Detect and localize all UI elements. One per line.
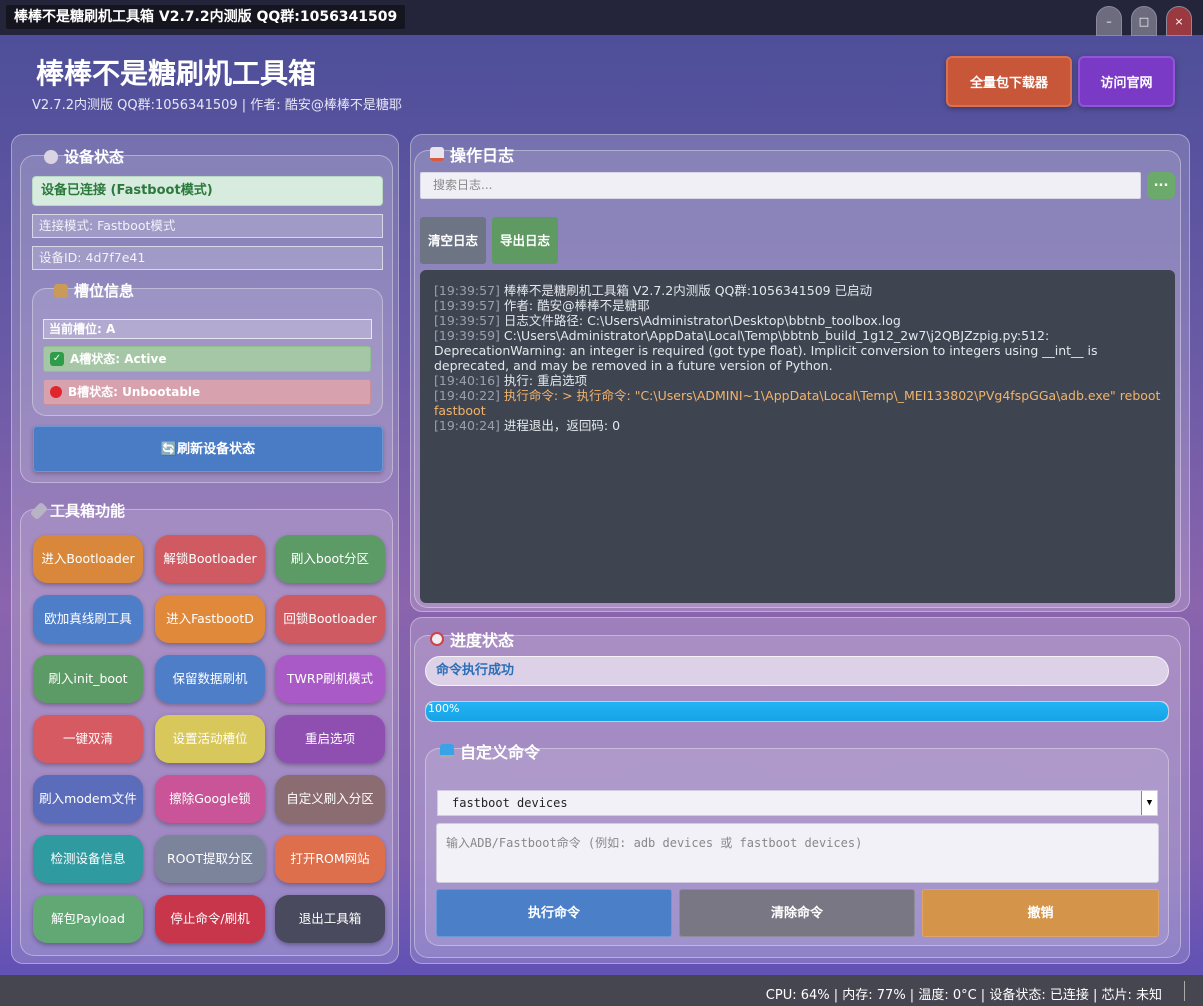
device-status-title: 设备状态	[40, 146, 130, 167]
device-status-label: 设备状态	[64, 148, 125, 166]
clear-command-button[interactable]: 清除命令	[679, 889, 915, 937]
tool-button[interactable]: 停止命令/刷机	[155, 895, 265, 943]
log-line: [19:39:59] C:\Users\Administrator\AppDat…	[434, 328, 1161, 373]
memo-icon	[430, 147, 444, 161]
custom-command-label: 自定义命令	[460, 743, 541, 762]
progress-fill	[426, 702, 1168, 721]
log-timestamp: [19:40:24]	[434, 418, 500, 433]
export-log-button[interactable]: 导出日志	[492, 217, 558, 264]
log-title: 操作日志	[426, 142, 520, 166]
log-timestamp: [19:40:22]	[434, 388, 500, 403]
window-titlebar: 棒棒不是糖刷机工具箱 V2.7.2内测版 QQ群:1056341509 – □ …	[0, 0, 1203, 36]
tool-button[interactable]: 进入FastbootD	[155, 595, 265, 643]
slot-b-status: B槽状态: Unbootable	[43, 379, 371, 405]
wrench-icon	[29, 501, 49, 520]
undo-button[interactable]: 撤销	[922, 889, 1159, 937]
minimize-button[interactable]: –	[1096, 6, 1122, 36]
refresh-device-button[interactable]: 🔄刷新设备状态	[33, 426, 383, 472]
custom-command-title: 自定义命令	[436, 739, 546, 763]
tool-button[interactable]: 欧加真线刷工具	[33, 595, 143, 643]
tool-button[interactable]: 设置活动槽位	[155, 715, 265, 763]
log-line: [19:40:24] 进程退出，返回码: 0	[434, 418, 1161, 433]
log-message: 进程退出，返回码: 0	[503, 418, 621, 433]
log-line: [19:40:16] 执行: 重启选项	[434, 373, 1161, 388]
progress-bar: 100%	[425, 701, 1169, 722]
tool-button[interactable]: 重启选项	[275, 715, 385, 763]
red-dot-icon	[50, 386, 62, 398]
tool-button[interactable]: ROOT提取分区	[155, 835, 265, 883]
full-package-downloader-button[interactable]: 全量包下载器	[946, 56, 1072, 107]
window-title: 棒棒不是糖刷机工具箱 V2.7.2内测版 QQ群:1056341509	[6, 5, 406, 29]
slot-a-status: ✓ A槽状态: Active	[43, 346, 371, 372]
log-label: 操作日志	[450, 146, 515, 165]
chevron-down-icon[interactable]: ▼	[1141, 791, 1157, 815]
log-message: 作者: 酷安@棒棒不是糖耶	[503, 298, 650, 313]
tool-button[interactable]: TWRP刷机模式	[275, 655, 385, 703]
tool-button[interactable]: 刷入modem文件	[33, 775, 143, 823]
slot-a-label: A槽状态: Active	[70, 352, 167, 366]
execute-command-button[interactable]: 执行命令	[436, 889, 672, 937]
visit-website-button[interactable]: 访问官网	[1078, 56, 1175, 107]
tool-button[interactable]: 检测设备信息	[33, 835, 143, 883]
command-input[interactable]: 输入ADB/Fastboot命令 (例如: adb devices 或 fast…	[436, 823, 1159, 883]
status-bar-grip	[1184, 981, 1185, 1001]
package-icon	[54, 283, 68, 298]
tool-button[interactable]: 自定义刷入分区	[275, 775, 385, 823]
close-button[interactable]: ×	[1166, 6, 1192, 36]
tool-button[interactable]: 解锁Bootloader	[155, 535, 265, 583]
command-select-value: fastboot devices	[452, 796, 568, 810]
command-select[interactable]: fastboot devices ▼	[437, 790, 1158, 816]
computer-icon	[440, 744, 454, 758]
status-bar: CPU: 64% | 内存: 77% | 温度: 0°C | 设备状态: 已连接…	[0, 975, 1203, 1006]
slot-b-label: B槽状态: Unbootable	[68, 385, 201, 399]
slot-info-title: 槽位信息	[50, 280, 140, 301]
tool-button[interactable]: 回锁Bootloader	[275, 595, 385, 643]
tools-label: 工具箱功能	[50, 502, 126, 520]
app-subtitle: V2.7.2内测版 QQ群:1056341509 | 作者: 酷安@棒棒不是糖耶	[32, 98, 402, 113]
tool-button[interactable]: 擦除Google锁	[155, 775, 265, 823]
tool-button[interactable]: 进入Bootloader	[33, 535, 143, 583]
tool-button[interactable]: 刷入boot分区	[275, 535, 385, 583]
connection-status: 设备已连接 (Fastboot模式)	[32, 176, 383, 206]
tool-button[interactable]: 解包Payload	[33, 895, 143, 943]
check-icon: ✓	[50, 352, 64, 366]
log-message: 执行: 重启选项	[503, 373, 588, 388]
tool-button[interactable]: 退出工具箱	[275, 895, 385, 943]
log-timestamp: [19:39:59]	[434, 328, 500, 343]
log-timestamp: [19:39:57]	[434, 298, 500, 313]
tool-button[interactable]: 打开ROM网站	[275, 835, 385, 883]
log-search-input[interactable]: 搜索日志...	[420, 172, 1141, 199]
log-message: 棒棒不是糖刷机工具箱 V2.7.2内测版 QQ群:1056341509 已启动	[503, 283, 873, 298]
maximize-button[interactable]: □	[1131, 6, 1157, 36]
tools-title: 工具箱功能	[29, 500, 131, 521]
current-slot: 当前槽位: A	[43, 319, 372, 339]
log-line: [19:39:57] 棒棒不是糖刷机工具箱 V2.7.2内测版 QQ群:1056…	[434, 283, 1161, 298]
log-output[interactable]: [19:39:57] 棒棒不是糖刷机工具箱 V2.7.2内测版 QQ群:1056…	[420, 270, 1175, 603]
tool-button[interactable]: 保留数据刷机	[155, 655, 265, 703]
clear-log-button[interactable]: 清空日志	[420, 217, 486, 264]
log-timestamp: [19:40:16]	[434, 373, 500, 388]
tool-button[interactable]: 一键双清	[33, 715, 143, 763]
log-line: [19:39:57] 日志文件路径: C:\Users\Administrato…	[434, 313, 1161, 328]
log-search-button[interactable]: ...	[1147, 172, 1175, 199]
app-title: 棒棒不是糖刷机工具箱	[36, 57, 317, 90]
progress-status: 命令执行成功	[425, 656, 1169, 686]
log-line: [19:39:57] 作者: 酷安@棒棒不是糖耶	[434, 298, 1161, 313]
log-message: 日志文件路径: C:\Users\Administrator\Desktop\b…	[503, 313, 901, 328]
log-timestamp: [19:39:57]	[434, 283, 500, 298]
progress-title: 进度状态	[426, 627, 520, 651]
tool-button[interactable]: 刷入init_boot	[33, 655, 143, 703]
stopwatch-icon	[430, 632, 444, 646]
connection-mode: 连接模式: Fastboot模式	[32, 214, 383, 238]
log-message: 执行命令: > 执行命令: "C:\Users\ADMINI~1\AppData…	[434, 388, 1161, 418]
gear-icon	[44, 149, 58, 164]
log-line: [19:40:22] 执行命令: > 执行命令: "C:\Users\ADMIN…	[434, 388, 1161, 418]
device-id: 设备ID: 4d7f7e41	[32, 246, 383, 270]
status-bar-text: CPU: 64% | 内存: 77% | 温度: 0°C | 设备状态: 已连接…	[765, 988, 1162, 1003]
log-message: C:\Users\Administrator\AppData\Local\Tem…	[434, 328, 1098, 373]
log-timestamp: [19:39:57]	[434, 313, 500, 328]
slot-info-label: 槽位信息	[74, 282, 135, 300]
progress-percent: 100%	[428, 702, 460, 715]
progress-label: 进度状态	[450, 631, 515, 650]
